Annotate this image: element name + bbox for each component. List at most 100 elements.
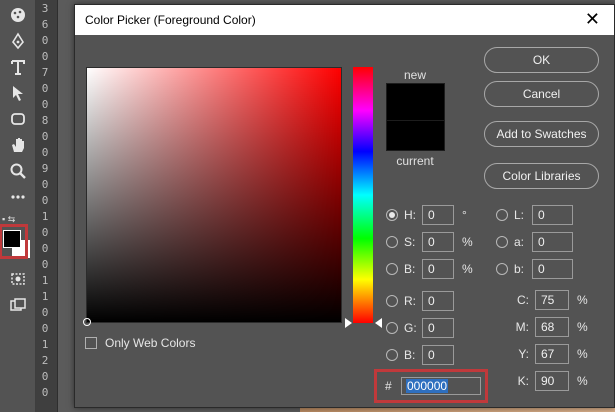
hue-label: H: [404, 208, 416, 222]
green-radio[interactable] [386, 322, 398, 334]
type-tool-icon[interactable] [6, 56, 30, 78]
ruler-digit: 7 [41, 66, 49, 79]
dialog-title: Color Picker (Foreground Color) [85, 13, 256, 27]
lab-a-radio[interactable] [496, 236, 508, 248]
new-color-label: new [403, 68, 426, 82]
saturation-unit: % [462, 235, 473, 249]
lab-a-input[interactable]: 0 [532, 232, 573, 252]
cyan-label: C: [517, 293, 529, 307]
cyan-input[interactable]: 75 [535, 290, 569, 310]
add-to-swatches-button[interactable]: Add to Swatches [484, 121, 599, 147]
ruler-digit: 1 [41, 274, 49, 287]
magenta-row: M: 68 % [509, 317, 588, 337]
blue-radio[interactable] [386, 349, 398, 361]
ruler-digit: 0 [41, 178, 49, 191]
pen-tool-icon[interactable] [6, 30, 30, 52]
magenta-unit: % [577, 320, 588, 334]
ruler-digit: 1 [41, 338, 49, 351]
lab-l-input[interactable]: 0 [532, 205, 573, 225]
ruler-digit: 2 [41, 354, 49, 367]
yellow-unit: % [577, 347, 588, 361]
black-unit: % [577, 374, 588, 388]
hand-tool-icon[interactable] [6, 134, 30, 156]
zoom-tool-icon[interactable] [6, 160, 30, 182]
brightness-radio[interactable] [386, 263, 398, 275]
saturation-label: S: [404, 235, 416, 249]
green-input[interactable]: 0 [422, 318, 454, 338]
lab-l-label: L: [514, 208, 525, 222]
ruler-digit: 0 [41, 370, 49, 383]
screen-mode-icon[interactable] [6, 294, 30, 316]
ruler-digit: 0 [41, 322, 49, 335]
ruler-digit: 0 [41, 50, 49, 63]
sponge-tool-icon[interactable] [6, 4, 30, 26]
yellow-input[interactable]: 67 [535, 344, 569, 364]
saturation-input[interactable]: 0 [422, 232, 454, 252]
brightness-input[interactable]: 0 [422, 259, 454, 279]
ruler-digit: 6 [41, 18, 49, 31]
only-web-colors-option[interactable]: Only Web Colors [85, 336, 195, 350]
lab-b-input[interactable]: 0 [532, 259, 573, 279]
hue-slider-right-arrow[interactable] [375, 318, 382, 328]
ruler-digit: 1 [41, 210, 49, 223]
red-input[interactable]: 0 [422, 291, 454, 311]
color-libraries-button[interactable]: Color Libraries [484, 163, 599, 189]
brightness-unit: % [462, 262, 473, 276]
hex-row: # 000000 [385, 377, 481, 395]
hue-slider-left-arrow[interactable] [345, 318, 352, 328]
black-input[interactable]: 90 [535, 371, 569, 391]
ruler-digit: 0 [41, 34, 49, 47]
hex-input[interactable]: 000000 [401, 377, 481, 395]
cyan-unit: % [577, 293, 588, 307]
magenta-input[interactable]: 68 [535, 317, 569, 337]
red-label: R: [404, 294, 416, 308]
dialog-titlebar[interactable]: Color Picker (Foreground Color) ✕ [75, 5, 614, 35]
red-row: R: 0 [386, 291, 454, 311]
path-selection-tool-icon[interactable] [6, 82, 30, 104]
black-row: K: 90 % [509, 371, 588, 391]
lab-l-radio[interactable] [496, 209, 508, 221]
cancel-button[interactable]: Cancel [484, 81, 599, 107]
ruler-digit: 0 [41, 306, 49, 319]
green-label: G: [404, 321, 417, 335]
ruler-digit: 8 [41, 114, 49, 127]
saturation-radio[interactable] [386, 236, 398, 248]
ruler-digit: 0 [41, 226, 49, 239]
quick-mask-icon[interactable] [6, 268, 30, 290]
ruler-digit: 0 [41, 82, 49, 95]
lab-l-row: L: 0 [496, 205, 573, 225]
lab-a-label: a: [514, 235, 525, 249]
current-color-label: current [396, 154, 434, 168]
new-color-preview [386, 83, 445, 121]
current-color-preview[interactable] [386, 121, 445, 151]
yellow-row: Y: 67 % [509, 344, 588, 364]
foreground-highlight-box [0, 224, 28, 259]
ruler-digit: 0 [41, 194, 49, 207]
color-field[interactable] [83, 67, 342, 326]
close-icon[interactable]: ✕ [585, 10, 600, 28]
ruler-digit: 1 [41, 290, 49, 303]
color-picker-dialog: Color Picker (Foreground Color) ✕ new cu… [74, 4, 615, 408]
black-label: K: [517, 374, 529, 388]
rectangle-tool-icon[interactable] [6, 108, 30, 130]
ok-button[interactable]: OK [484, 47, 599, 73]
only-web-colors-checkbox[interactable] [85, 337, 97, 349]
hue-slider[interactable] [353, 67, 373, 323]
lab-b-label: b: [514, 262, 525, 276]
blue-input[interactable]: 0 [422, 345, 454, 365]
color-field-marker[interactable] [83, 318, 91, 326]
red-radio[interactable] [386, 295, 398, 307]
more-tools-icon[interactable] [6, 186, 30, 208]
tools-panel: ▪ ⇆ [0, 0, 36, 412]
vertical-ruler: 3 6 0 0 7 0 0 8 0 0 9 0 0 1 0 0 0 1 1 0 0 1 2 0 0 [36, 0, 58, 412]
lab-b-radio[interactable] [496, 263, 508, 275]
hex-selected-text: 000000 [406, 379, 449, 393]
brightness-row: B: 0 % [386, 259, 473, 279]
hue-input[interactable]: 0 [422, 205, 454, 225]
saturation-row: S: 0 % [386, 232, 473, 252]
brightness-label: B: [404, 262, 416, 276]
lab-b-row: b: 0 [496, 259, 573, 279]
cyan-row: C: 75 % [509, 290, 588, 310]
hue-radio[interactable] [386, 209, 398, 221]
ruler-digit: 9 [41, 162, 49, 175]
